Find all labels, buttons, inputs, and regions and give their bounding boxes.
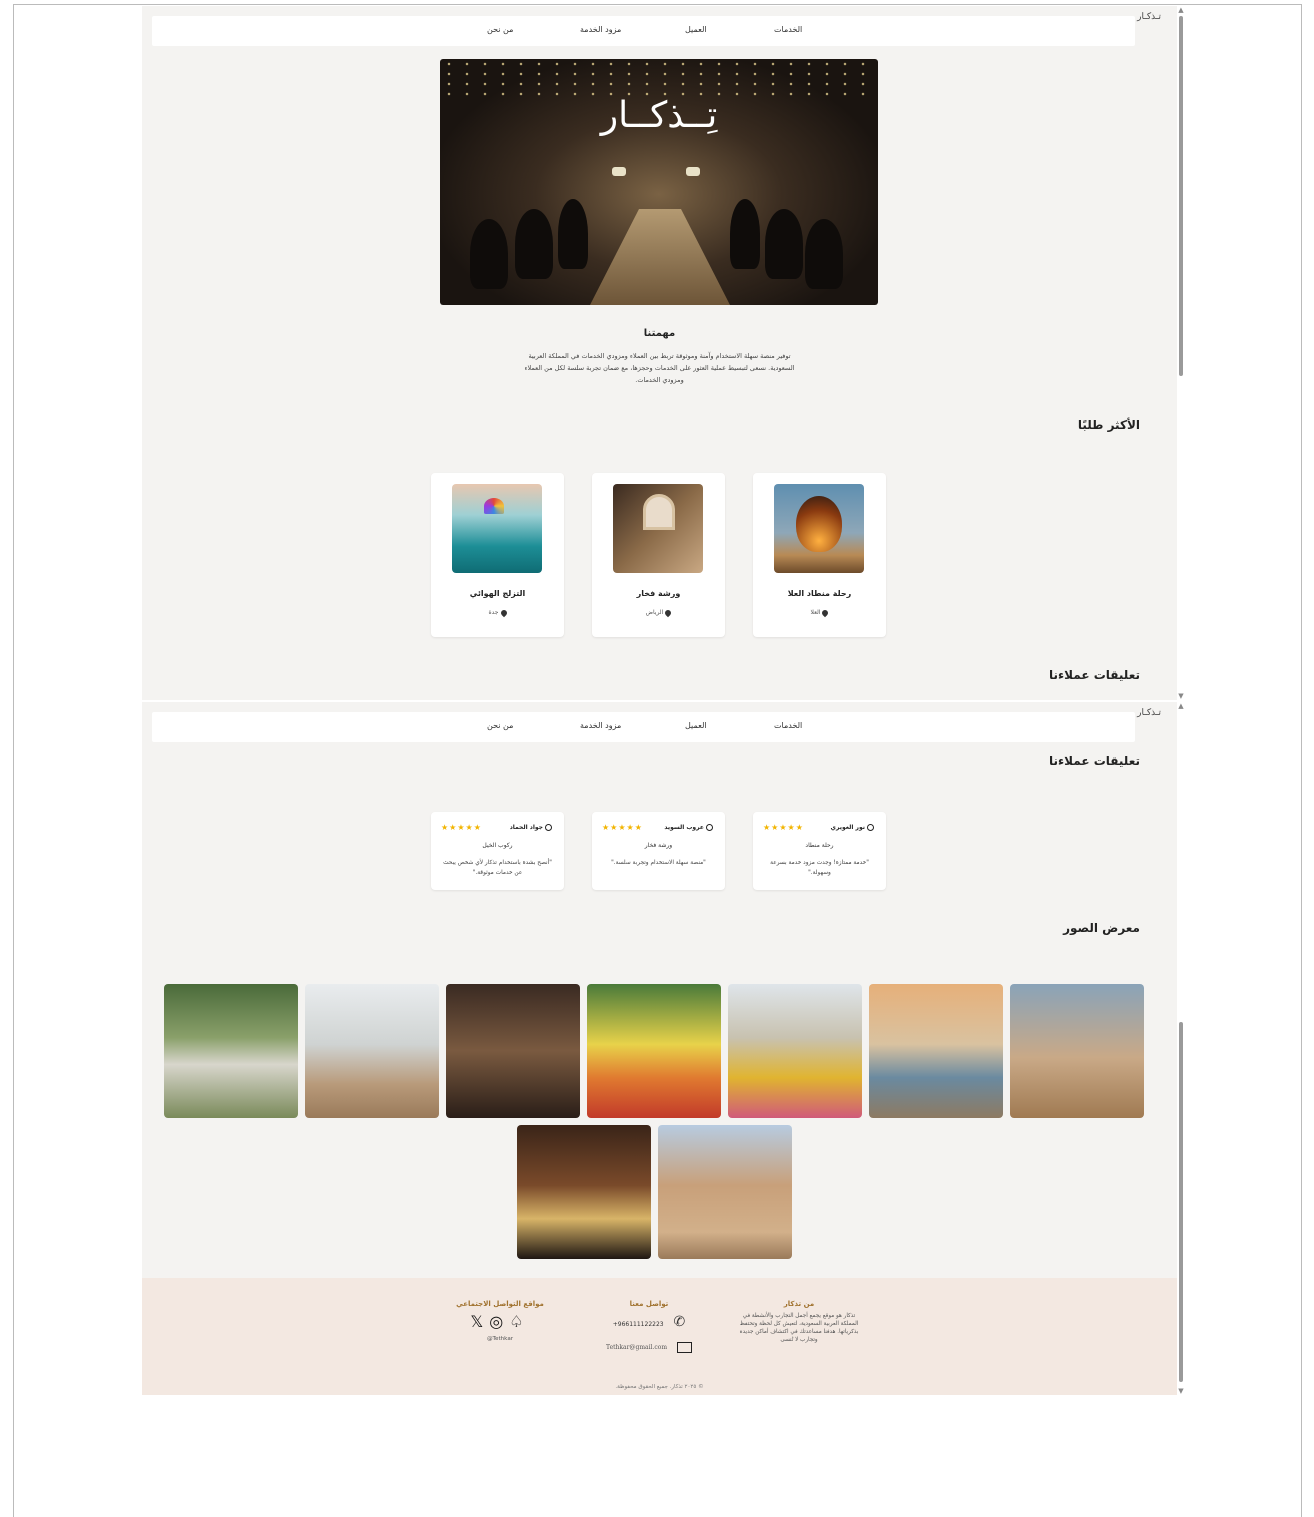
- gallery-image-music[interactable]: [446, 984, 580, 1118]
- phone-icon: ✆: [673, 1314, 686, 1330]
- review-card: ★★★★★ نور الغويري رحلة منطاد "خدمة ممتاز…: [753, 812, 886, 890]
- footer-about: من تذكار تذكار هو موقع يجمع أجمل التجارب…: [734, 1300, 864, 1344]
- top-nav: الخدمات العميل مزود الخدمة من نحن: [152, 16, 1135, 46]
- rating-stars: ★★★★★: [602, 823, 643, 832]
- mail-icon: [676, 1342, 692, 1353]
- nav-about[interactable]: من نحن: [487, 721, 513, 730]
- gallery-image-workshop[interactable]: [305, 984, 439, 1118]
- gallery-image-runner[interactable]: [869, 984, 1003, 1118]
- footer-social-title: مواقع التواصل الاجتماعي: [456, 1300, 544, 1308]
- location-pin-icon: [664, 608, 673, 617]
- gallery-image-zoo[interactable]: [164, 984, 298, 1118]
- gallery-image-desert[interactable]: [658, 1125, 792, 1259]
- gallery-image-horses[interactable]: [1010, 984, 1144, 1118]
- card-location: العلا: [753, 608, 886, 617]
- hero-brand: تِــذكــار: [600, 95, 718, 136]
- instagram-icon[interactable]: ◎: [489, 1312, 509, 1331]
- scroll-thumb[interactable]: [1179, 1022, 1183, 1382]
- footer-about-title: من تذكار: [783, 1300, 815, 1308]
- footer: من تذكار تذكار هو موقع يجمع أجمل التجارب…: [142, 1278, 1177, 1395]
- scroll-down-icon[interactable]: ▼: [1177, 1387, 1185, 1395]
- service-card[interactable]: التزلج الهوائي جدة: [431, 473, 564, 637]
- scroll-down-icon[interactable]: ▼: [1177, 692, 1185, 700]
- footer-contact-title: تواصل معنا: [629, 1300, 669, 1308]
- user-icon: [867, 824, 874, 831]
- nav-provider[interactable]: مزود الخدمة: [580, 721, 621, 730]
- review-card: ★★★★★ عروب السويد ورشة فخار "منصة سهلة ا…: [592, 812, 725, 890]
- user-icon: [545, 824, 552, 831]
- footer-about-text: تذكار هو موقع يجمع أجمل التجارب والأنشطة…: [739, 1313, 859, 1343]
- mission-text: توفير منصة سهلة الاستخدام وآمنة وموثوقة …: [524, 352, 795, 384]
- reviews-title: تعليقات عملاءنا: [1049, 668, 1140, 682]
- nav-client[interactable]: العميل: [685, 25, 707, 34]
- balloon-image: [774, 484, 864, 573]
- scroll-up-icon[interactable]: ▲: [1177, 702, 1185, 710]
- card-title: رحلة منطاد العلا: [787, 589, 852, 598]
- page-view-top: الخدمات العميل مزود الخدمة من نحن تـذكـا…: [142, 6, 1177, 700]
- card-title: ورشة فخار: [636, 589, 681, 598]
- scroll-up-icon[interactable]: ▲: [1177, 6, 1185, 14]
- gallery-image-waterpark[interactable]: [728, 984, 862, 1118]
- service-card[interactable]: ورشة فخار الرياض: [592, 473, 725, 637]
- popular-title: الأكثر طلبًا: [1077, 418, 1140, 432]
- card-location: الرياض: [592, 608, 725, 617]
- reviewer-name: جواد الحماد: [510, 824, 552, 831]
- review-service: ورشة فخار: [644, 842, 673, 849]
- logo[interactable]: تـذكـار: [1137, 708, 1161, 719]
- social-icons: 𝕏◎♤: [440, 1312, 560, 1331]
- reviewer-name: نور الغويري: [831, 824, 874, 831]
- rating-stars: ★★★★★: [441, 823, 482, 832]
- footer-social: مواقع التواصل الاجتماعي 𝕏◎♤ @Tethkar: [440, 1300, 560, 1343]
- scrollbar-bottom[interactable]: ▲ ▼: [1177, 702, 1185, 1395]
- email-address: Tethkar@gmail.com: [606, 1344, 668, 1351]
- nav-client[interactable]: العميل: [685, 721, 707, 730]
- hero-image: تِــذكــار: [440, 59, 878, 305]
- review-text: "خدمة ممتازة! وجدت مزود خدمة بسرعة وسهول…: [770, 860, 869, 876]
- top-nav: الخدمات العميل مزود الخدمة من نحن: [152, 712, 1135, 742]
- card-title: التزلج الهوائي: [469, 589, 526, 598]
- page-view-bottom: الخدمات العميل مزود الخدمة من نحن تـذكـا…: [142, 702, 1177, 1395]
- gallery-image-playground[interactable]: [587, 984, 721, 1118]
- rating-stars: ★★★★★: [763, 823, 804, 832]
- review-card: ★★★★★ جواد الحماد ركوب الخيل "أنصح بشدة …: [431, 812, 564, 890]
- user-icon: [706, 824, 713, 831]
- pottery-image: [613, 484, 703, 573]
- phone-row[interactable]: +966111122223 ✆: [594, 1314, 704, 1330]
- reviewer-name: عروب السويد: [664, 824, 713, 831]
- x-icon[interactable]: 𝕏: [470, 1312, 489, 1331]
- snapchat-icon[interactable]: ♤: [509, 1312, 529, 1331]
- copyright: © ٢٠٢٥ تذكار. جميع الحقوق محفوظة.: [615, 1384, 704, 1390]
- nav-services[interactable]: الخدمات: [774, 25, 802, 34]
- gallery-title: معرض الصور: [1063, 921, 1140, 935]
- location-pin-icon: [499, 608, 508, 617]
- nav-about[interactable]: من نحن: [487, 25, 513, 34]
- location-pin-icon: [821, 608, 830, 617]
- scrollbar-top[interactable]: ▲ ▼: [1177, 6, 1185, 700]
- review-service: ركوب الخيل: [482, 842, 513, 849]
- parasail-image: [452, 484, 542, 573]
- review-text: "منصة سهلة الاستخدام وتجربة سلسة.": [611, 860, 706, 866]
- reviews-title: تعليقات عملاءنا: [1049, 754, 1140, 768]
- review-service: رحلة منطاد: [805, 842, 834, 849]
- review-text: "أنصح بشدة باستخدام تذكار لأي شخص يبحث ع…: [443, 860, 552, 876]
- phone-number: +966111122223: [612, 1321, 664, 1328]
- email-row[interactable]: Tethkar@gmail.com: [594, 1342, 704, 1353]
- service-card[interactable]: رحلة منطاد العلا العلا: [753, 473, 886, 637]
- mission-title: مهمتنا: [643, 328, 676, 339]
- scroll-thumb[interactable]: [1179, 16, 1183, 376]
- footer-contact: تواصل معنا +966111122223 ✆ Tethkar@gmail…: [594, 1300, 704, 1353]
- logo[interactable]: تـذكـار: [1137, 12, 1161, 23]
- social-handle: @Tethkar: [486, 1336, 514, 1342]
- card-location: جدة: [431, 608, 564, 617]
- nav-services[interactable]: الخدمات: [774, 721, 802, 730]
- nav-provider[interactable]: مزود الخدمة: [580, 25, 621, 34]
- gallery-image-cooking[interactable]: [517, 1125, 651, 1259]
